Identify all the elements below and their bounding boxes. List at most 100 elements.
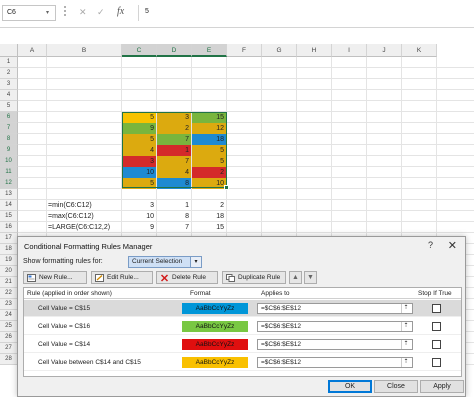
column-header-g[interactable]: G bbox=[262, 44, 297, 57]
row-header-23[interactable]: 23 bbox=[0, 299, 18, 310]
row-header-8[interactable]: 8 bbox=[0, 134, 18, 145]
stop-if-true-column-header: Stop If True bbox=[418, 290, 452, 297]
conditional-formatting-rules-manager-dialog: Conditional Formatting Rules Manager ? ✕… bbox=[17, 236, 466, 397]
gridline bbox=[18, 67, 474, 68]
move-up-icon: ▲ bbox=[292, 274, 299, 281]
formula-result-cell[interactable]: 2 bbox=[192, 200, 226, 211]
column-header-h[interactable]: H bbox=[297, 44, 332, 57]
gridline bbox=[18, 89, 474, 90]
stop-if-true-checkbox[interactable] bbox=[432, 322, 441, 331]
format-preview: AaBbCcYyZz bbox=[182, 321, 248, 332]
chevron-down-icon[interactable]: ▾ bbox=[190, 257, 201, 267]
column-header-i[interactable]: I bbox=[332, 44, 367, 57]
row-header-26[interactable]: 26 bbox=[0, 332, 18, 343]
gridline bbox=[18, 188, 474, 189]
formula-label-cell[interactable]: =min(C6:C12) bbox=[47, 200, 94, 211]
row-header-14[interactable]: 14 bbox=[0, 200, 18, 211]
cancel-icon[interactable]: ✕ bbox=[79, 7, 87, 18]
stop-if-true-checkbox[interactable] bbox=[432, 340, 441, 349]
formula-label-cell[interactable]: =LARGE(C6:C12,2) bbox=[47, 222, 112, 233]
formula-label-cell[interactable]: =max(C6:C12) bbox=[47, 211, 96, 222]
show-rules-select[interactable]: Current Selection ▾ bbox=[128, 256, 202, 268]
edit-rule-icon bbox=[95, 274, 104, 282]
rule-column-header: Rule (applied in order shown) bbox=[27, 290, 112, 297]
ok-button[interactable]: OK bbox=[328, 380, 372, 393]
row-header-16[interactable]: 16 bbox=[0, 222, 18, 233]
duplicate-rule-button[interactable]: Duplicate Rule bbox=[222, 271, 286, 284]
column-header-e[interactable]: E bbox=[192, 44, 227, 57]
close-icon[interactable]: ✕ bbox=[448, 239, 457, 252]
new-rule-button[interactable]: New Rule... bbox=[23, 271, 87, 284]
delete-rule-button[interactable]: Delete Rule bbox=[156, 271, 218, 284]
rule-row[interactable]: Cell Value = C$16 AaBbCcYyZz =$C$6:$E$12 ⇡ bbox=[24, 318, 461, 335]
enter-icon[interactable]: ✓ bbox=[97, 7, 105, 18]
select-all-corner[interactable] bbox=[0, 44, 18, 57]
move-down-button[interactable]: ▼ bbox=[304, 271, 317, 284]
formula-result-cell[interactable]: 8 bbox=[157, 211, 191, 222]
row-header-5[interactable]: 5 bbox=[0, 101, 18, 112]
formula-result-cell[interactable]: 10 bbox=[122, 211, 156, 222]
collapse-dialog-icon[interactable]: ⇡ bbox=[401, 304, 410, 313]
gridline bbox=[18, 100, 474, 101]
row-header-11[interactable]: 11 bbox=[0, 167, 18, 178]
row-header-13[interactable]: 13 bbox=[0, 189, 18, 200]
rule-description: Cell Value = C$14 bbox=[38, 341, 91, 348]
rule-row[interactable]: Cell Value = C$15 AaBbCcYyZz =$C$6:$E$12 ⇡ bbox=[24, 300, 461, 317]
row-header-21[interactable]: 21 bbox=[0, 277, 18, 288]
row-header-17[interactable]: 17 bbox=[0, 233, 18, 244]
insert-function-icon[interactable]: fx bbox=[117, 6, 124, 17]
applies-to-field[interactable]: =$C$6:$E$12 ⇡ bbox=[257, 357, 413, 368]
formula-result-cell[interactable]: 7 bbox=[157, 222, 191, 233]
formula-result-cell[interactable]: 9 bbox=[122, 222, 156, 233]
rule-row[interactable]: Cell Value between C$14 and C$15 AaBbCcYy… bbox=[24, 354, 461, 371]
row-header-18[interactable]: 18 bbox=[0, 244, 18, 255]
row-header-25[interactable]: 25 bbox=[0, 321, 18, 332]
row-header-15[interactable]: 15 bbox=[0, 211, 18, 222]
collapse-dialog-icon[interactable]: ⇡ bbox=[401, 358, 410, 367]
row-header-9[interactable]: 9 bbox=[0, 145, 18, 156]
row-header-24[interactable]: 24 bbox=[0, 310, 18, 321]
applies-to-field[interactable]: =$C$6:$E$12 ⇡ bbox=[257, 339, 413, 350]
formula-result-cell[interactable]: 18 bbox=[192, 211, 226, 222]
row-header-6[interactable]: 6 bbox=[0, 112, 18, 123]
apply-button[interactable]: Apply bbox=[420, 380, 464, 393]
column-header-k[interactable]: K bbox=[402, 44, 437, 57]
close-button[interactable]: Close bbox=[374, 380, 418, 393]
column-header-f[interactable]: F bbox=[227, 44, 262, 57]
formula-result-cell[interactable]: 1 bbox=[157, 200, 191, 211]
row-header-28[interactable]: 28 bbox=[0, 354, 18, 365]
column-header-j[interactable]: J bbox=[367, 44, 402, 57]
help-icon[interactable]: ? bbox=[428, 240, 433, 250]
applies-to-field[interactable]: =$C$6:$E$12 ⇡ bbox=[257, 321, 413, 332]
fill-handle[interactable] bbox=[224, 185, 229, 190]
row-header-12[interactable]: 12 bbox=[0, 178, 18, 189]
row-header-10[interactable]: 10 bbox=[0, 156, 18, 167]
row-header-22[interactable]: 22 bbox=[0, 288, 18, 299]
formula-input[interactable]: 5 bbox=[138, 5, 472, 21]
formula-result-cell[interactable]: 3 bbox=[122, 200, 156, 211]
edit-rule-button[interactable]: Edit Rule... bbox=[91, 271, 153, 284]
formula-result-cell[interactable]: 15 bbox=[192, 222, 226, 233]
move-up-button[interactable]: ▲ bbox=[289, 271, 302, 284]
stop-if-true-checkbox[interactable] bbox=[432, 304, 441, 313]
rule-row[interactable]: Cell Value = C$14 AaBbCcYyZz =$C$6:$E$12 ⇡ bbox=[24, 336, 461, 353]
applies-to-field[interactable]: =$C$6:$E$12 ⇡ bbox=[257, 303, 413, 314]
name-box-dropdown-icon[interactable]: ▾ bbox=[46, 9, 49, 16]
row-header-4[interactable]: 4 bbox=[0, 90, 18, 101]
stop-if-true-checkbox[interactable] bbox=[432, 358, 441, 367]
column-header-d[interactable]: D bbox=[157, 44, 192, 57]
column-header-b[interactable]: B bbox=[47, 44, 122, 57]
column-header-c[interactable]: C bbox=[122, 44, 157, 57]
row-header-20[interactable]: 20 bbox=[0, 266, 18, 277]
row-header-3[interactable]: 3 bbox=[0, 79, 18, 90]
column-header-a[interactable]: A bbox=[18, 44, 47, 57]
collapse-dialog-icon[interactable]: ⇡ bbox=[401, 340, 410, 349]
row-header-1[interactable]: 1 bbox=[0, 57, 18, 68]
duplicate-icon bbox=[226, 274, 235, 282]
row-header-27[interactable]: 27 bbox=[0, 343, 18, 354]
row-header-2[interactable]: 2 bbox=[0, 68, 18, 79]
collapse-dialog-icon[interactable]: ⇡ bbox=[401, 322, 410, 331]
row-header-19[interactable]: 19 bbox=[0, 255, 18, 266]
gridline bbox=[18, 166, 474, 167]
row-header-7[interactable]: 7 bbox=[0, 123, 18, 134]
